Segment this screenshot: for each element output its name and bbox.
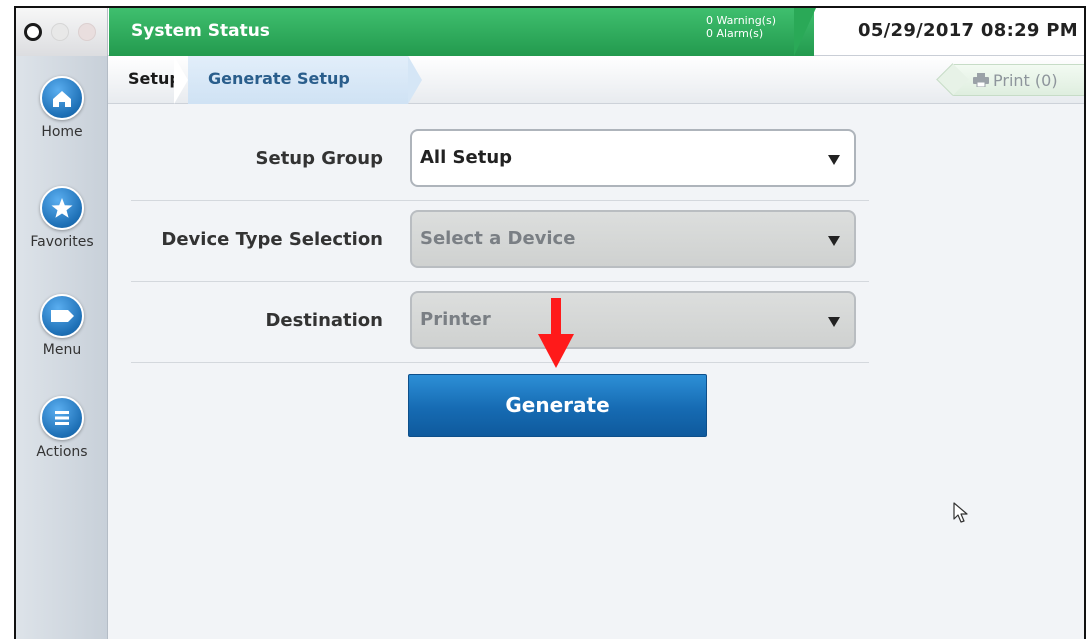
device-type-select[interactable]: Select a Device [410, 210, 856, 268]
breadcrumb: Setup Generate Setup Print (0) [108, 56, 1084, 104]
system-status-bar[interactable]: System Status 0 Warning(s) 0 Alarm(s) [109, 8, 814, 56]
alarm-light-icon [78, 23, 96, 41]
menu-tag-icon [40, 294, 84, 338]
alert-counts: 0 Warning(s) 0 Alarm(s) [706, 14, 776, 40]
sidebar-item-actions[interactable]: Actions [16, 386, 108, 496]
date-time: 05/29/2017 08:29 PM [858, 20, 1078, 41]
destination-row: Destination Printer [131, 282, 869, 363]
top-bar: System Status 0 Warning(s) 0 Alarm(s) 05… [16, 8, 1084, 56]
status-bar-slant [794, 8, 816, 56]
red-arrow-annotation-icon [538, 298, 574, 368]
printer-icon [973, 73, 989, 87]
warning-count: 0 Warning(s) [705, 14, 776, 27]
print-button[interactable]: Print (0) [952, 64, 1084, 96]
device-type-value: Select a Device [420, 228, 576, 249]
alarm-count: 0 Alarm(s) [705, 27, 764, 40]
device-type-row: Device Type Selection Select a Device [131, 201, 869, 282]
setup-group-value: All Setup [420, 147, 513, 168]
chevron-down-icon [828, 317, 840, 327]
chevron-down-icon [828, 236, 840, 246]
destination-label: Destination [265, 310, 383, 331]
sidebar-item-favorites[interactable]: Favorites [16, 176, 108, 286]
warning-light-icon [51, 23, 69, 41]
home-icon [40, 76, 84, 120]
print-label: Print (0) [993, 71, 1058, 90]
breadcrumb-generate-setup[interactable]: Generate Setup [174, 56, 422, 104]
hamburger-icon [40, 396, 84, 440]
star-icon [40, 186, 84, 230]
sidebar-item-label: Home [41, 124, 83, 140]
setup-group-label: Setup Group [255, 148, 383, 169]
breadcrumb-setup[interactable]: Setup [128, 69, 181, 88]
app-window: System Status 0 Warning(s) 0 Alarm(s) 05… [14, 6, 1086, 639]
destination-value: Printer [420, 309, 491, 330]
device-type-label: Device Type Selection [161, 229, 383, 250]
destination-select[interactable]: Printer [410, 291, 856, 349]
mouse-cursor-icon [953, 502, 968, 523]
sidebar-item-label: Actions [36, 444, 88, 460]
breadcrumb-current-label: Generate Setup [208, 69, 350, 88]
setup-group-select[interactable]: All Setup [410, 129, 856, 187]
sidebar-item-home[interactable]: Home [16, 66, 108, 176]
chevron-down-icon [828, 155, 840, 165]
sidebar: Home Favorites Menu Actions [16, 56, 108, 639]
setup-group-row: Setup Group All Setup [131, 120, 869, 201]
sidebar-item-label: Favorites [30, 234, 94, 250]
status-title: System Status [131, 21, 270, 41]
generate-button[interactable]: Generate [408, 374, 707, 437]
sidebar-item-menu[interactable]: Menu [16, 284, 108, 394]
sidebar-item-label: Menu [42, 342, 82, 358]
status-lights [16, 8, 108, 56]
power-light-icon [24, 23, 42, 41]
